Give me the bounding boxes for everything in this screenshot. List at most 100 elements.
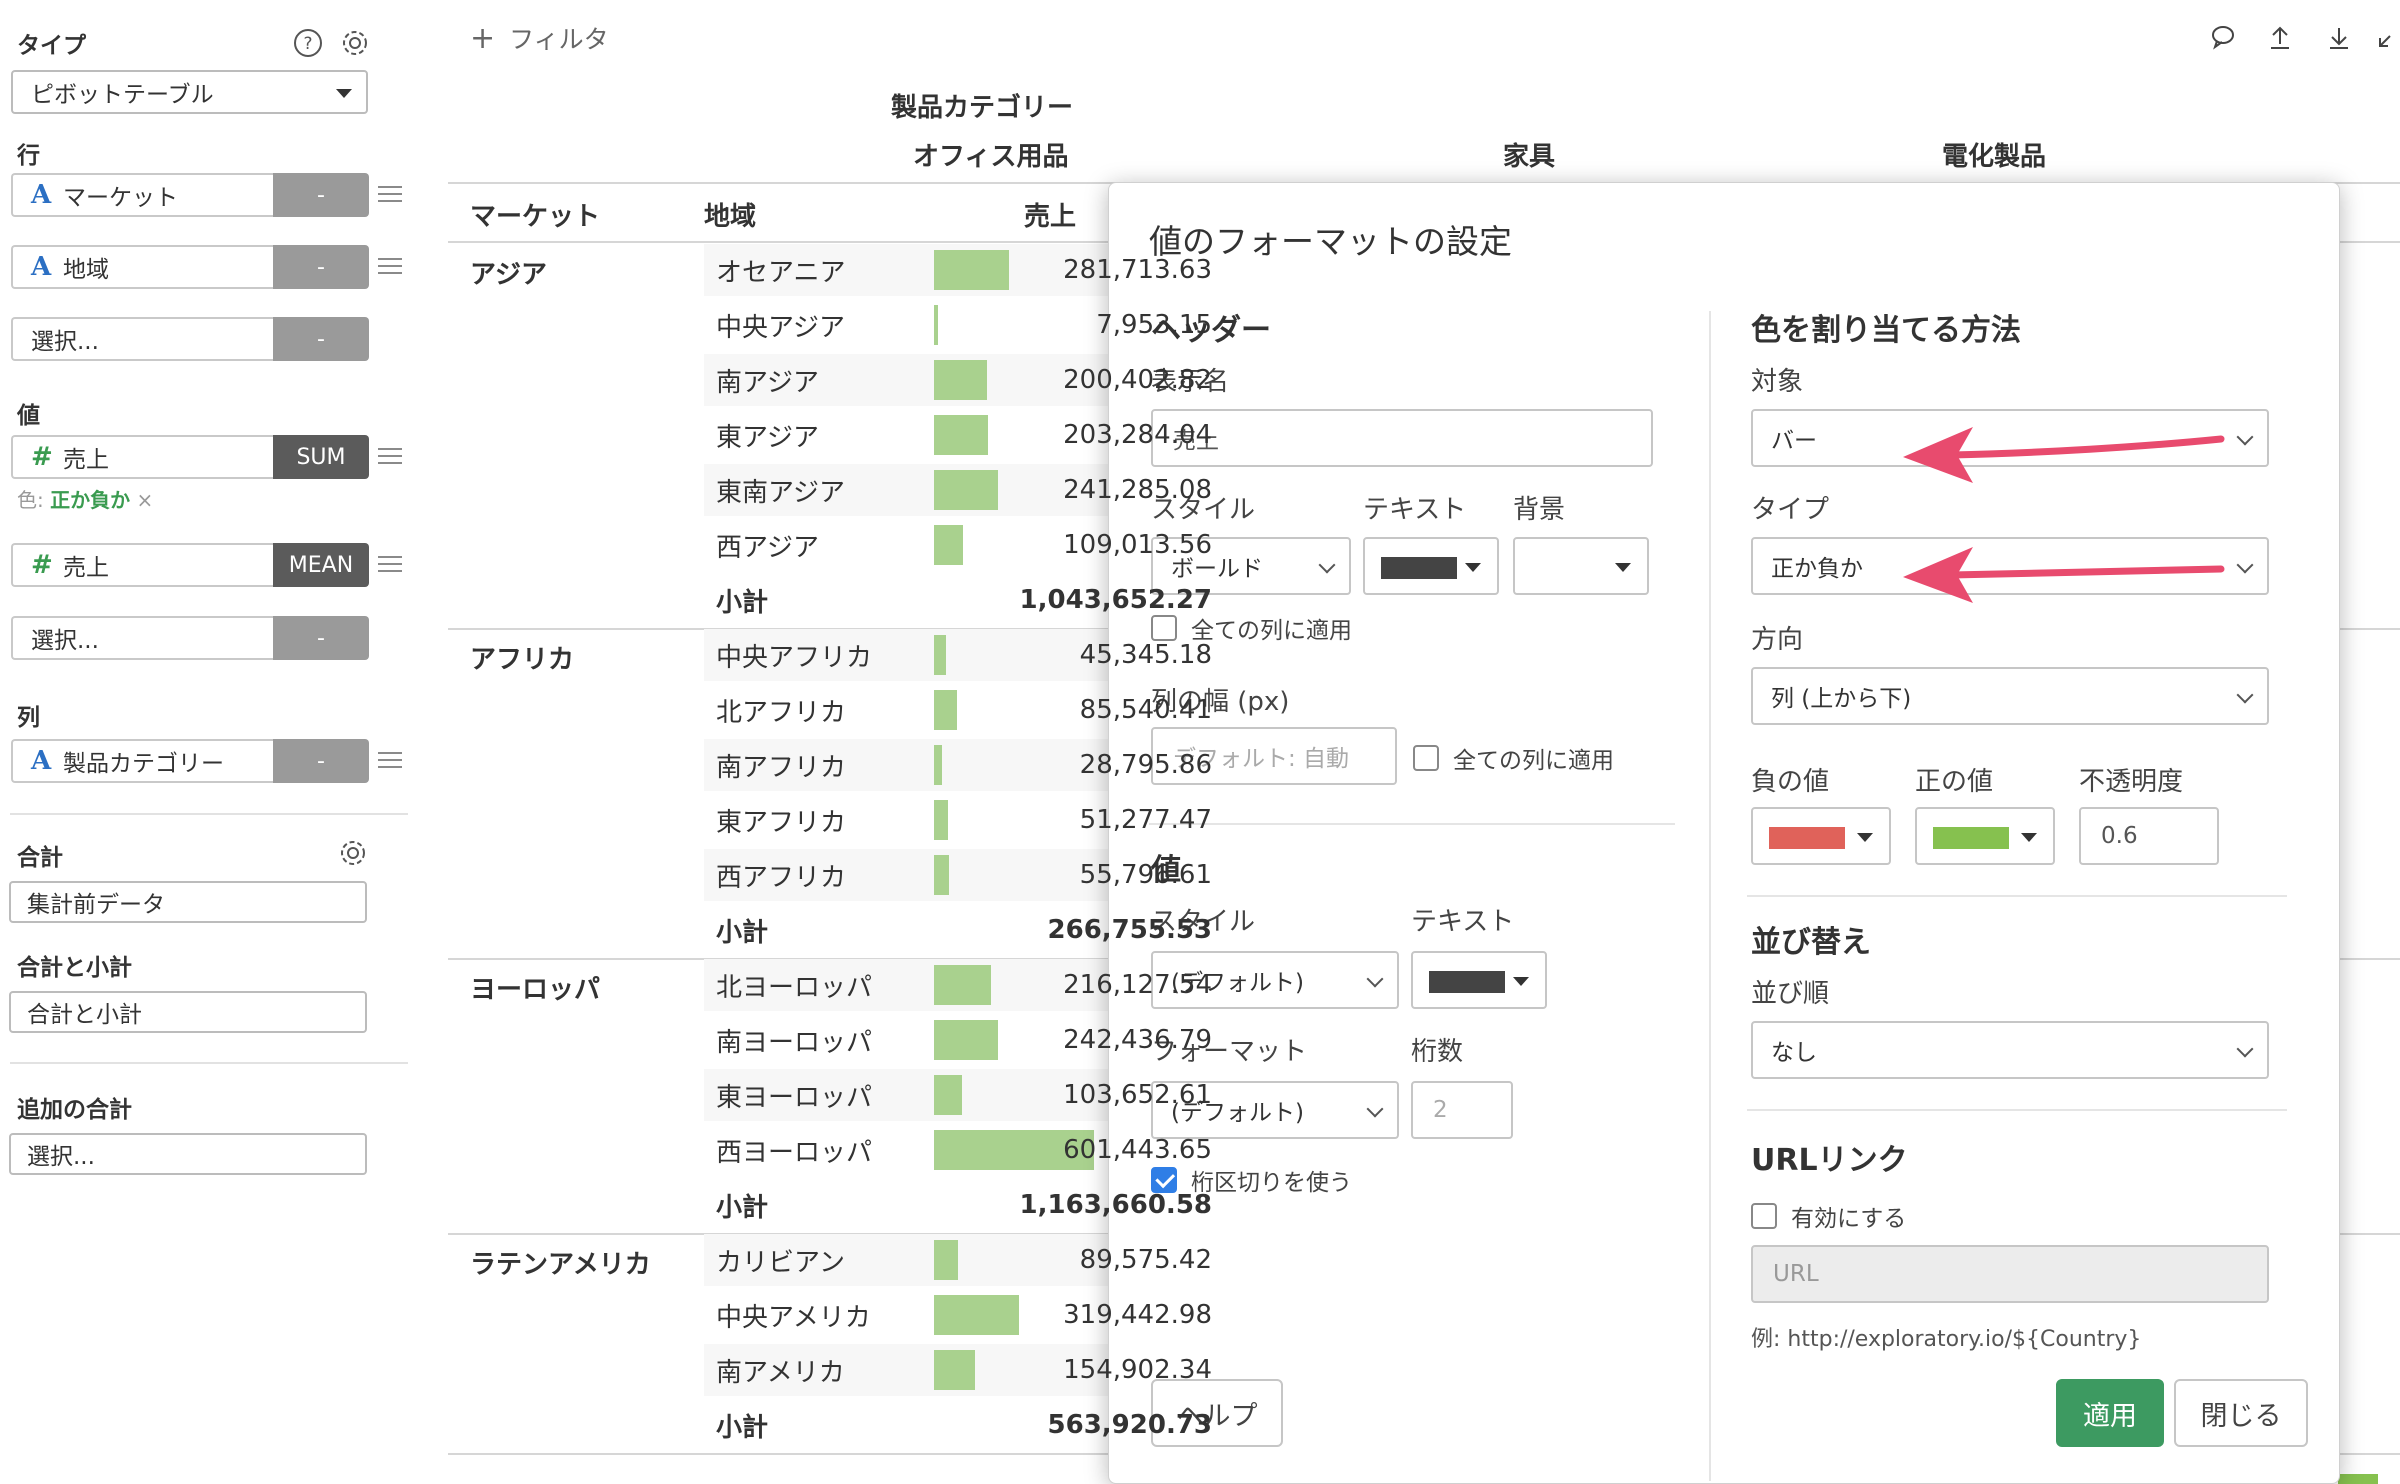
sort-section-title: 並び替え (1751, 925, 1871, 960)
arrow-icon (1903, 547, 2225, 603)
subtotal-select[interactable]: 合計と小計 (9, 991, 367, 1033)
apply-button[interactable]: 適用 (2056, 1379, 2164, 1447)
section-divider (1747, 1109, 2287, 1111)
column-agg[interactable]: - (273, 739, 369, 783)
header-text-label: テキスト (1363, 495, 1467, 525)
text-color-swatch (1381, 557, 1457, 579)
chevron-down-icon (1366, 1100, 1384, 1118)
region-cell: 南ヨーロッパ (716, 1027, 873, 1058)
digits-input[interactable]: 2 (1411, 1081, 1513, 1139)
value-text: 154,902.34 (1063, 1355, 1212, 1385)
opacity-input[interactable]: 0.6 (2079, 807, 2219, 865)
row-pill-region[interactable]: A 地域 - (11, 245, 369, 289)
value-text-color-picker[interactable] (1411, 951, 1547, 1009)
checkbox-icon[interactable] (1413, 745, 1439, 771)
region-cell: 西アジア (716, 532, 819, 563)
region-cell: 北ヨーロッパ (704, 959, 934, 1011)
col-category-furniture: 家具 (1503, 142, 1556, 172)
drag-handle-icon[interactable] (378, 186, 402, 204)
drag-handle-icon[interactable] (378, 258, 402, 276)
close-button[interactable]: 閉じる (2174, 1379, 2308, 1447)
type-label: タイプ (17, 33, 86, 59)
row-pill-market[interactable]: A マーケット - (11, 173, 369, 217)
drag-handle-icon[interactable] (378, 556, 402, 574)
value-pill-sum[interactable]: # 売上 SUM (11, 435, 369, 479)
subtotal-label: 小計 (716, 1192, 769, 1223)
chevron-down-icon (1318, 556, 1336, 574)
region-cell: 東アジア (716, 422, 819, 453)
header-sales[interactable]: 売上 (1024, 196, 1076, 233)
row-agg[interactable]: - (273, 245, 369, 289)
column-group-header: 製品カテゴリー (891, 93, 1074, 123)
drag-handle-icon[interactable] (378, 448, 402, 466)
value-text: 85,540.41 (1079, 695, 1212, 725)
subtotal-label: 小計 (716, 1412, 769, 1443)
row-agg[interactable]: - (273, 173, 369, 217)
column-pill-category[interactable]: A 製品カテゴリー - (11, 739, 369, 783)
value-text: 281,713.63 (1063, 255, 1212, 285)
sidebar-divider (10, 813, 408, 815)
value-bar (934, 360, 987, 400)
url-enable-checkbox[interactable]: 有効にする (1751, 1199, 1906, 1233)
digits-label: 桁数 (1411, 1037, 1464, 1067)
extra-total-select[interactable]: 選択... (9, 1133, 367, 1175)
value-agg-sum[interactable]: SUM (273, 435, 369, 479)
display-name-input[interactable]: 売上 (1151, 409, 1653, 467)
region-cell: 南アメリカ (704, 1344, 934, 1396)
chevron-down-icon (2236, 428, 2254, 446)
region-cell: 西アフリカ (704, 849, 934, 901)
remove-color-icon[interactable]: × (136, 488, 153, 512)
total-select[interactable]: 集計前データ (9, 881, 367, 923)
checkbox-icon[interactable] (1751, 1203, 1777, 1229)
value-pill-select[interactable]: 選択... - (11, 616, 369, 660)
header-region[interactable]: 地域 (704, 196, 756, 233)
value-field-name: 売上 (63, 447, 109, 473)
text-type-icon: A (31, 746, 52, 776)
col-width-apply-all-checkbox[interactable]: 全ての列に適用 (1413, 741, 1614, 775)
positive-color-swatch (1933, 827, 2009, 849)
subtotal-label: 合計と小計 (17, 955, 132, 981)
subtotal-text: 563,920.73 (1047, 1410, 1212, 1440)
header-text-color-picker[interactable] (1363, 537, 1499, 595)
subtotal-text: 266,755.53 (1047, 915, 1212, 945)
row-pill-select[interactable]: 選択... - (11, 317, 369, 361)
chevron-down-icon (2236, 1040, 2254, 1058)
region-cell: 中央アメリカ (716, 1302, 871, 1333)
value-pill-mean[interactable]: # 売上 MEAN (11, 543, 369, 587)
row-agg[interactable]: - (273, 317, 369, 361)
chart-type-select[interactable]: ピボットテーブル (11, 70, 368, 114)
value-agg[interactable]: - (273, 616, 369, 660)
checkbox-icon[interactable] (1151, 615, 1177, 641)
value-text: 242,436.79 (1063, 1025, 1212, 1055)
header-bg-color-picker[interactable] (1513, 537, 1649, 595)
chevron-down-icon (2236, 556, 2254, 574)
value-bar (934, 800, 948, 840)
value-bar (934, 1350, 975, 1390)
positive-color-picker[interactable] (1915, 807, 2055, 865)
caret-down-icon (1615, 563, 1631, 572)
value-format-dialog: 値のフォーマットの設定 ヘッダー 表示名 売上 スタイル テキスト 背景 ボール… (1108, 182, 2340, 1484)
value-agg-mean[interactable]: MEAN (273, 543, 369, 587)
negative-color-picker[interactable] (1751, 807, 1891, 865)
direction-label: 方向 (1751, 625, 1804, 655)
value-bar (934, 745, 942, 785)
chevron-down-icon (1366, 970, 1384, 988)
help-icon[interactable]: ? (291, 26, 325, 60)
negative-color-swatch (1769, 827, 1845, 849)
region-cell: 北アフリカ (716, 697, 847, 728)
total-gear-icon[interactable] (336, 836, 370, 870)
value-bar (934, 1240, 958, 1280)
gear-icon[interactable] (338, 26, 372, 60)
chevron-down-icon (2236, 686, 2254, 704)
sort-order-label: 並び順 (1751, 979, 1830, 1009)
drag-handle-icon[interactable] (378, 752, 402, 770)
url-example: 例: http://exploratory.io/${Country} (1751, 1327, 2142, 1352)
color-value[interactable]: 正か負か (50, 488, 130, 512)
sort-order-select[interactable]: なし (1751, 1021, 2269, 1079)
total-label: 合計 (17, 845, 63, 871)
value-text: 7,953.15 (1096, 310, 1212, 340)
section-divider (1149, 823, 1675, 825)
market-cell: アジア (470, 260, 547, 290)
header-market[interactable]: マーケット (470, 196, 600, 233)
value-text: 203,284.04 (1063, 420, 1212, 450)
